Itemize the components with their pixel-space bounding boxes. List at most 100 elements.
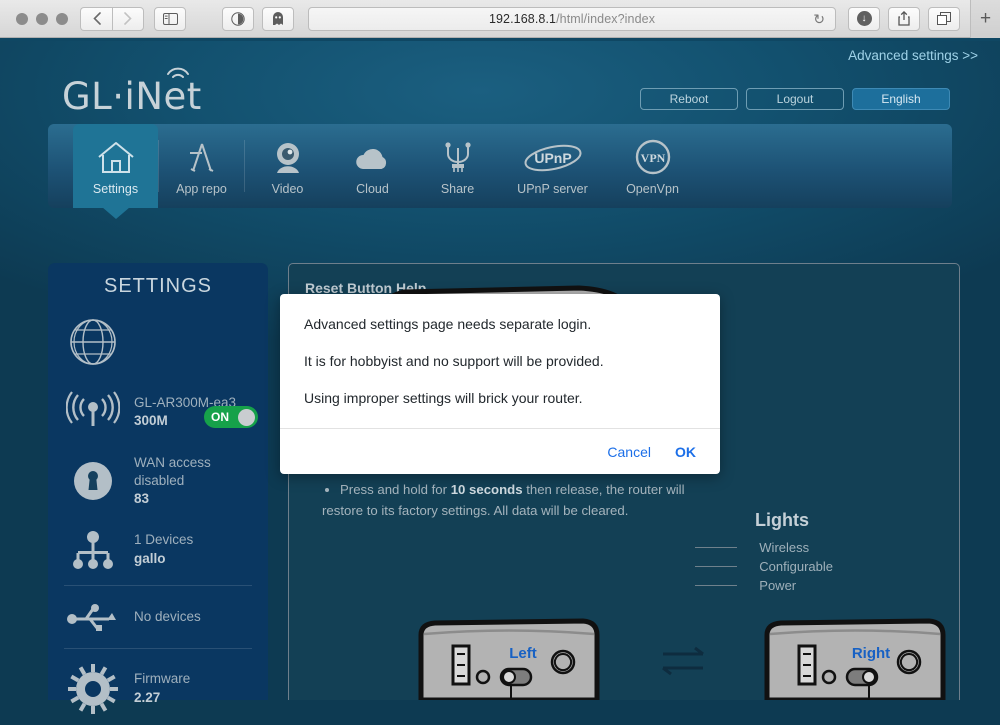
webcam-icon (265, 137, 311, 179)
nav-item-upnp[interactable]: UPnP UPnP server (500, 124, 605, 208)
nav-label-openvpn: OpenVpn (626, 181, 679, 196)
svg-text:VPN: VPN (640, 151, 665, 165)
back-button[interactable] (80, 6, 112, 31)
app-repo-icon (179, 137, 225, 179)
language-button[interactable]: English (852, 88, 950, 110)
zoom-window-button[interactable] (56, 12, 68, 25)
nav-label-share: Share (440, 181, 475, 196)
usb-status: No devices (134, 608, 201, 624)
advanced-settings-dialog: Advanced settings page needs separate lo… (280, 294, 720, 474)
sidebar-item-wifi[interactable]: GL-AR300M-ea3 300M ON (64, 380, 258, 444)
sidebar-item-usb[interactable]: No devices (64, 590, 252, 644)
dialog-cancel-button[interactable]: Cancel (607, 444, 651, 460)
ghostery-extension-icon[interactable] (262, 6, 294, 31)
wan-line2: disabled (134, 473, 185, 489)
bullet-3-post: then release, the router will (522, 482, 685, 498)
gl-inet-logo: GL·iNet (62, 67, 202, 118)
close-window-button[interactable] (16, 12, 28, 25)
nav-item-video[interactable]: Video (245, 124, 330, 208)
leader-line-wireless (695, 547, 737, 548)
browser-right-tools: ↓ + (848, 0, 1000, 38)
globe-icon (64, 314, 122, 370)
light-label-wireless: Wireless (759, 540, 810, 555)
lights-legend: Wireless Configurable Power (759, 538, 833, 595)
dialog-body: Advanced settings page needs separate lo… (280, 294, 720, 428)
upnp-icon: UPnP (518, 137, 588, 179)
router-admin-page: Advanced settings >> GL·iNet Reboot Logo… (0, 38, 1000, 714)
nav-label-upnp: UPnP server (517, 181, 588, 196)
sidebar-toggle-button[interactable] (154, 6, 186, 31)
bullet-4-text: restore to its factory settings. All dat… (322, 503, 629, 519)
wan-info: WAN access disabled 83 (134, 454, 211, 509)
dialog-line-1: Advanced settings page needs separate lo… (304, 316, 592, 332)
sidebar-item-wan[interactable]: WAN access disabled 83 (64, 444, 252, 519)
switch-left-label: Left (509, 645, 537, 662)
wifi-toggle[interactable]: ON (204, 406, 258, 428)
wifi-toggle-knob (238, 408, 255, 426)
dialog-line-3: Using improper settings will brick your … (304, 390, 583, 406)
advanced-settings-link[interactable]: Advanced settings >> (848, 48, 978, 63)
sidebar-divider (64, 584, 252, 586)
lock-icon (64, 457, 122, 505)
firmware-version: 2.27 (134, 689, 161, 705)
sidebar-item-firmware[interactable]: Firmware 2.27 (64, 653, 252, 725)
share-button[interactable] (888, 6, 920, 31)
home-icon (93, 137, 139, 179)
light-label-configurable: Configurable (759, 559, 833, 574)
firmware-info: Firmware 2.27 (134, 670, 190, 706)
shield-privacy-icon[interactable] (222, 6, 254, 31)
dialog-ok-button[interactable]: OK (675, 444, 696, 460)
wifi-toggle-label: ON (211, 410, 229, 424)
vpn-icon: VPN (630, 137, 676, 179)
leader-line-configurable (695, 566, 737, 567)
clients-name: gallo (134, 550, 166, 566)
gear-icon (64, 663, 122, 715)
address-bar-text: 192.168.8.1/html/index?index (489, 12, 655, 26)
leader-line-power (695, 585, 737, 586)
nav-item-settings[interactable]: Settings (73, 124, 158, 208)
logout-button[interactable]: Logout (746, 88, 844, 110)
sidebar-item-internet[interactable] (64, 304, 252, 380)
tabs-overview-button[interactable] (928, 6, 960, 31)
nav-label-cloud: Cloud (356, 181, 389, 196)
minimize-window-button[interactable] (36, 12, 48, 25)
dialog-footer: Cancel OK (280, 428, 720, 474)
switch-position-illustration: Left Right (418, 618, 946, 700)
usb-icon (64, 600, 122, 634)
nav-label-settings: Settings (92, 181, 139, 196)
wifi-arc-icon (167, 67, 189, 78)
address-bar[interactable]: 192.168.8.1/html/index?index ↻ (308, 6, 836, 31)
clients-count: 1 Devices (134, 532, 194, 548)
sidebar-item-clients[interactable]: 1 Devices gallo (64, 519, 252, 581)
svg-text:UPnP: UPnP (534, 150, 571, 166)
reload-icon[interactable]: ↻ (813, 11, 825, 28)
nav-label-video: Video (271, 181, 304, 196)
usb-share-icon (435, 137, 481, 179)
download-arrow-icon: ↓ (856, 11, 872, 26)
nav-item-app-repo[interactable]: App repo (159, 124, 244, 208)
sidebar-divider (64, 647, 252, 649)
reboot-button[interactable]: Reboot (640, 88, 738, 110)
url-path: /html/index?index (556, 11, 656, 26)
nav-label-app-repo: App repo (176, 181, 227, 196)
wifi-signal-icon (64, 390, 122, 434)
sidebar-title: SETTINGS (103, 275, 212, 297)
browser-toolbar: 192.168.8.1/html/index?index ↻ ↓ + (0, 0, 1000, 38)
new-tab-button[interactable]: + (970, 0, 1000, 38)
switch-right-label: Right (852, 645, 890, 662)
window-traffic-lights[interactable] (16, 12, 68, 25)
nav-item-cloud[interactable]: Cloud (330, 124, 415, 208)
bullet-line-4: restore to its factory settings. All dat… (322, 501, 942, 520)
nav-item-share[interactable]: Share (415, 124, 500, 208)
downloads-button[interactable]: ↓ (848, 6, 880, 31)
settings-sidebar: SETTINGS GL-AR300M-ea3 300M ON WAN acces… (48, 263, 268, 714)
bullet-line-3: Press and hold for 10 seconds then relea… (340, 480, 942, 499)
wan-value: 83 (134, 491, 150, 507)
light-label-power: Power (759, 578, 797, 593)
nav-item-openvpn[interactable]: VPN OpenVpn (605, 124, 700, 208)
forward-button[interactable] (112, 6, 144, 31)
cloud-icon (350, 137, 396, 179)
devices-icon (64, 529, 122, 571)
main-nav: Settings App repo Video Cloud Share UPnP… (48, 124, 952, 208)
clients-info: 1 Devices gallo (134, 531, 193, 567)
